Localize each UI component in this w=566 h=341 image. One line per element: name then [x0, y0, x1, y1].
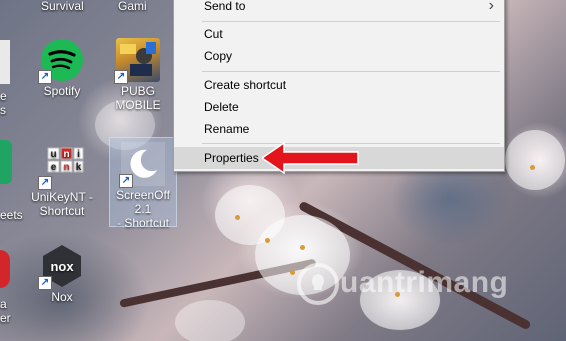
- unikey-shortcut[interactable]: u n i e n k ↗ UniKeyNT - Shortcut: [29, 144, 95, 218]
- red-pointer-arrow-icon: [262, 141, 359, 175]
- menu-item-properties-label: Properties: [204, 151, 259, 165]
- partial-icon-red[interactable]: [0, 250, 10, 288]
- shortcut-arrow-icon: ↗: [38, 276, 52, 290]
- spotify-shortcut[interactable]: ↗ Spotify: [29, 38, 95, 98]
- wallpaper-blossom: [175, 300, 245, 341]
- spotify-label: Spotify: [43, 84, 81, 98]
- unikey-tile-letter: n: [63, 162, 69, 173]
- menu-item-delete-label: Delete: [204, 100, 239, 114]
- pubg-icon: ↗: [114, 38, 160, 84]
- partial-label-1: e: [0, 89, 7, 103]
- nox-label: Nox: [51, 290, 73, 304]
- unikey-tile-letter: n: [63, 149, 69, 160]
- partial-label-4: a: [0, 297, 7, 311]
- shortcut-arrow-icon: ↗: [38, 70, 52, 84]
- unikey-label: UniKeyNT - Shortcut: [31, 190, 93, 218]
- menu-separator: [202, 71, 500, 72]
- wallpaper-stamen: [530, 165, 535, 170]
- pubg-shortcut[interactable]: ↗ PUBG MOBILE: [105, 38, 171, 112]
- nox-shortcut[interactable]: nox ↗ Nox: [29, 244, 95, 304]
- menu-item-copy-label: Copy: [204, 49, 233, 63]
- shortcut-arrow-icon: ↗: [38, 176, 52, 190]
- screenoff-label: ScreenOff 2.1 - Shortcut: [116, 188, 170, 230]
- watermark-logo-icon: [297, 263, 339, 305]
- menu-item-delete[interactable]: Delete: [174, 96, 504, 118]
- screenoff-shortcut[interactable]: ↗ ScreenOff 2.1 - Shortcut: [109, 137, 177, 230]
- wallpaper-blossom: [505, 130, 565, 190]
- moon-icon: ↗: [119, 142, 165, 188]
- unikey-icon: u n i e n k ↗: [38, 144, 84, 190]
- partial-label-5: er: [0, 311, 11, 325]
- menu-item-create-shortcut[interactable]: Create shortcut: [174, 74, 504, 96]
- spotify-icon: ↗: [38, 38, 84, 84]
- watermark-text: uantrimang: [340, 266, 509, 299]
- wallpaper-stamen: [300, 245, 305, 250]
- menu-item-cut[interactable]: Cut: [174, 23, 504, 45]
- unikey-tile-letter: u: [50, 149, 56, 160]
- menu-item-cut-label: Cut: [204, 27, 223, 41]
- wallpaper-stamen: [290, 270, 295, 275]
- wallpaper-stamen: [235, 215, 240, 220]
- chevron-right-icon: ›: [488, 0, 494, 14]
- shortcut-arrow-icon: ↗: [119, 174, 133, 188]
- nox-icon: nox ↗: [38, 244, 84, 290]
- quantrimang-watermark: uantrimang: [296, 262, 508, 306]
- menu-item-copy[interactable]: Copy: [174, 45, 504, 67]
- nox-logo-text: nox: [50, 259, 74, 274]
- unikey-tile-letter: i: [77, 149, 80, 160]
- unikey-tile-letter: k: [76, 162, 82, 173]
- partial-icon-green[interactable]: [0, 140, 12, 184]
- menu-item-rename-label: Rename: [204, 122, 250, 136]
- gaming-label[interactable]: Gami: [118, 0, 147, 13]
- menu-item-send-to[interactable]: Send to ›: [174, 0, 504, 17]
- unikey-tile-letter: e: [51, 162, 57, 173]
- menu-separator: [202, 21, 500, 22]
- shortcut-arrow-icon: ↗: [114, 70, 128, 84]
- partial-label-3: eets: [0, 208, 23, 222]
- partial-icon-top[interactable]: [0, 40, 10, 84]
- menu-item-create-shortcut-label: Create shortcut: [204, 78, 287, 92]
- menu-item-rename[interactable]: Rename: [174, 118, 504, 140]
- pubg-label: PUBG MOBILE: [115, 84, 161, 112]
- partial-label-2: s: [0, 103, 6, 117]
- survival-label[interactable]: Survival: [41, 0, 84, 13]
- menu-item-send-to-label: Send to: [204, 0, 246, 13]
- wallpaper-stamen: [265, 238, 270, 243]
